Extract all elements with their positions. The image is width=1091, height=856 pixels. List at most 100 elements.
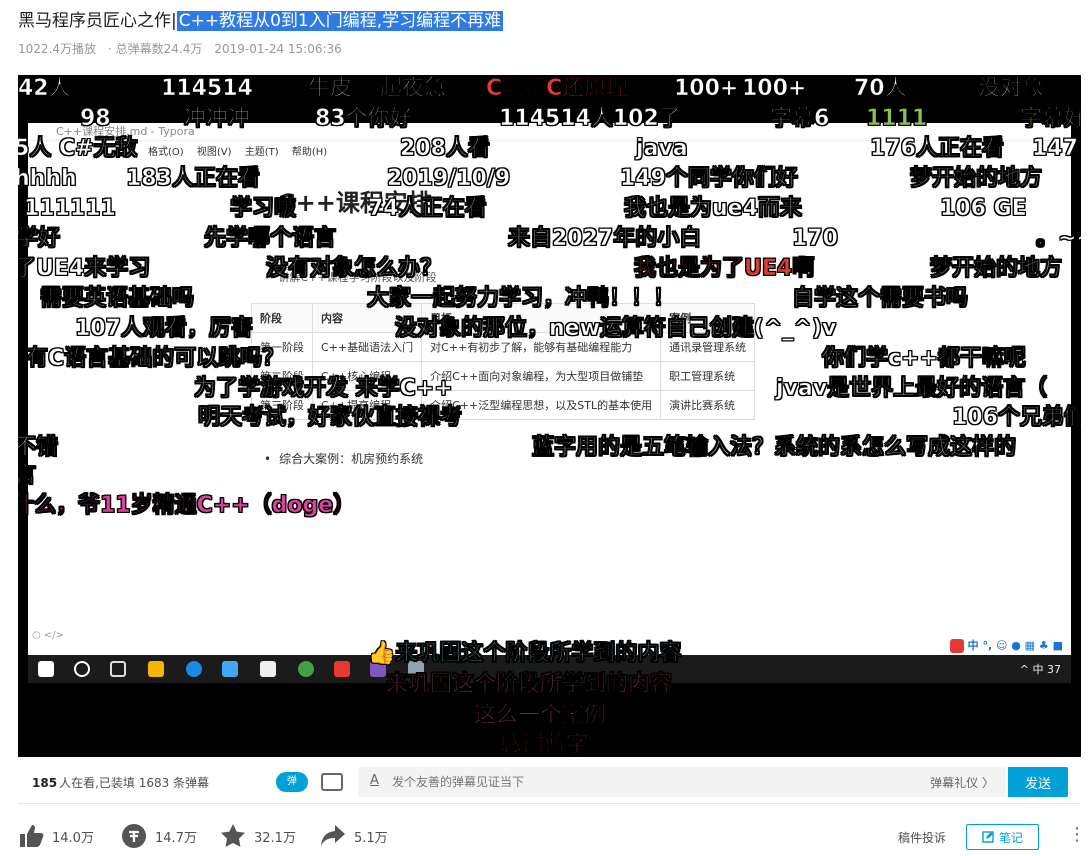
danmaku: 100+: [742, 76, 807, 102]
baidu-netdisk-icon: [222, 661, 238, 677]
danmaku: 这么一个案例: [474, 703, 607, 729]
system-tray: ^ 中 37: [1019, 663, 1061, 676]
danmaku: 言: [18, 463, 37, 489]
coin-button[interactable]: 14.7万: [121, 824, 197, 848]
danmaku: 98: [80, 106, 111, 132]
danmaku: 感谢蓝字: [500, 732, 589, 757]
danmaku: 176人正在看: [870, 136, 1005, 162]
danmaku: 111111: [24, 196, 116, 222]
menu-format: 格式(O): [148, 147, 184, 158]
browser-icon: [298, 661, 314, 677]
like-button[interactable]: 14.0万: [18, 824, 94, 848]
danmaku: 有C语言基础的可以跳吗？: [26, 346, 285, 372]
menu-view: 视图(V): [196, 147, 232, 158]
coin-icon: [122, 824, 146, 848]
note-button[interactable]: 笔记: [966, 824, 1039, 850]
share-arrow-icon: [321, 825, 345, 846]
doc-bullet-2: 综合大案例：机房预约系统: [264, 450, 423, 467]
coin-count: 14.7万: [155, 830, 197, 846]
danmaku: 学习啵: [230, 196, 297, 222]
danmaku: java: [636, 136, 688, 162]
danmaku: 83个你好: [315, 106, 412, 132]
star-icon: [221, 824, 245, 847]
danmaku: 。~~: [1036, 226, 1081, 252]
danmaku-send-bar: 185人在看,已装填 1683 条弹幕 弹 A 弹幕礼仪 〉 发送: [18, 760, 1081, 804]
danmaku: 蓝字用的是五笔输入法？系统的系怎么写成这样的: [532, 435, 1017, 461]
title-highlight: C++教程从0到1入门编程,学习编程不再难: [176, 11, 504, 31]
action-row: 14.0万 14.7万 32.1万 5.1万 稿件投诉 笔记 ⋮: [18, 818, 1086, 854]
danmaku: 107人观看，厉害: [75, 316, 254, 342]
danmaku: 183人正在看: [126, 166, 261, 192]
danmaku: 170: [792, 226, 839, 252]
danmaku: 114514人102了: [499, 106, 681, 132]
danmaku-input[interactable]: [392, 767, 912, 797]
danmaku: 大家一起努力学习，冲鸭！！！: [367, 286, 676, 312]
danmaku: 1111: [866, 106, 928, 132]
danmaku: 42人: [18, 76, 71, 102]
danmaku-etiquette-link[interactable]: 弹幕礼仪 〉: [930, 774, 994, 791]
danmaku: 149个同学你们好: [620, 166, 799, 192]
video-title: 黑马程序员匠心之作| C++教程从0到1入门编程,学习编程不再难: [18, 9, 504, 33]
app-q-icon: [186, 661, 202, 677]
danmaku: 梦开始的地方: [910, 166, 1043, 192]
danmaku: 5人 C#无敌: [18, 136, 138, 162]
danmaku: 没对象: [978, 76, 1045, 102]
danmaku: 106个兄弟们: [952, 405, 1081, 431]
danmaku: hhhh: [18, 166, 77, 192]
folder-icon: [148, 661, 164, 677]
menu-help: 帮助(H): [291, 147, 328, 158]
table-cell: 介绍C++面向对象编程，为大型项目做铺垫: [421, 361, 662, 391]
like-count: 14.0万: [52, 830, 94, 846]
danmaku: 208人看: [400, 136, 491, 162]
danmaku: 为了学游戏开发 来学C++: [194, 376, 453, 402]
danmaku: jvav是世界上最好的语言（: [776, 376, 1048, 402]
search-icon: [74, 661, 90, 677]
font-style-icon[interactable]: A: [370, 773, 379, 788]
share-button[interactable]: 5.1万: [320, 824, 388, 848]
table-cell: 职工管理系统: [660, 361, 756, 391]
danmaku: 冲冲冲: [184, 106, 251, 132]
danmaku: 70人: [854, 76, 907, 102]
danmaku: 起夜急: [380, 76, 447, 102]
more-options-icon[interactable]: ⋮: [1068, 824, 1086, 845]
table-header: 阶段: [251, 303, 313, 333]
danmaku: 字幕6: [770, 106, 830, 132]
play-count: 1022.4万播放: [18, 42, 96, 56]
danmaku: 了UE4来学习: [18, 256, 151, 282]
danmaku-toggle[interactable]: 弹: [276, 772, 308, 792]
favorite-button[interactable]: 32.1万: [220, 824, 296, 848]
danmaku: 74人正在看: [368, 196, 487, 222]
video-player[interactable]: C++课程安排.md - Typora 格式(O) 视图(V) 主题(T) 帮助…: [18, 75, 1081, 757]
danmaku: 106 GE: [940, 196, 1027, 222]
danmaku: 梦开始的地方: [930, 256, 1063, 282]
danmaku: 147: [1032, 136, 1079, 162]
publish-date: 2019-01-24 15:06:36: [214, 42, 342, 56]
danmaku: 我也是为ue4而来: [624, 196, 803, 222]
task-view-icon: [110, 661, 126, 677]
danmaku-total: · 总弹幕数24.4万: [108, 42, 203, 56]
danmaku-input-wrap: A 弹幕礼仪 〉: [358, 767, 1006, 797]
danmaku: 先学哪个语言: [204, 226, 337, 252]
danmaku: 牛皮: [308, 76, 353, 102]
danmaku: 明天考试，好家伙直接裸考: [198, 405, 463, 431]
danmaku: 2019/10/9: [387, 166, 511, 192]
sogou-icon: [950, 639, 965, 653]
menu-theme: 主题(T): [244, 147, 279, 158]
table-cell: 演讲比赛系统: [660, 390, 756, 420]
danmaku: 字幕好: [1020, 106, 1081, 132]
danmaku: 100+: [674, 76, 739, 102]
title-prefix: 黑马程序员匠心之作|: [18, 11, 177, 31]
send-button[interactable]: 发送: [1008, 767, 1068, 797]
danmaku: 来自2027年的小白: [508, 226, 702, 252]
danmaku: 114514: [161, 76, 253, 102]
danmaku: 没对象的那位，new运算符自己创建(^_^)v: [395, 316, 837, 342]
report-link[interactable]: 稿件投诉: [898, 829, 946, 846]
share-count: 5.1万: [354, 830, 388, 846]
danmaku: 不错: [18, 435, 59, 461]
video-frame: C++课程安排.md - Typora 格式(O) 视图(V) 主题(T) 帮助…: [28, 123, 1071, 683]
danmaku: 我也是为了UE4啊: [634, 256, 815, 282]
danmaku: 需要英语基础吗: [40, 286, 195, 312]
note-label: 笔记: [998, 830, 1023, 845]
danmaku-settings-icon[interactable]: [321, 773, 343, 791]
viewer-count: 185: [32, 776, 58, 790]
